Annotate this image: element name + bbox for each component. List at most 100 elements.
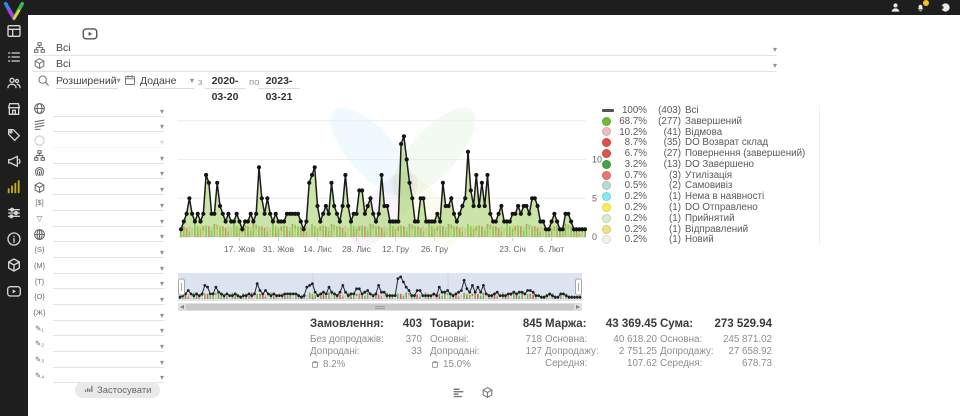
filter-input-pencil-3[interactable] [53, 355, 164, 368]
topbar [0, 0, 960, 15]
legend-item-8[interactable]: 0.2%(1)Нема в наявності [602, 191, 805, 202]
legend-label: Повернення (завершений) [681, 148, 805, 159]
stat-value: 273 529.94 [714, 318, 772, 330]
filter-input-utm-zh[interactable] [53, 308, 164, 321]
user-icon[interactable] [890, 2, 901, 13]
date-field-value: Додане [140, 75, 176, 87]
legend-item-6[interactable]: 0.7%(3)Утилізація [602, 170, 805, 181]
nav-orders-icon[interactable] [6, 49, 22, 65]
svg-text:31. Жов: 31. Жов [263, 244, 295, 254]
scroll-left-arrow[interactable] [180, 305, 184, 309]
legend-item-4[interactable]: 6.7%(27)Повернення (завершений) [602, 148, 805, 159]
legend-label: Відправлений [681, 224, 748, 235]
brand-logo[interactable] [3, 1, 25, 20]
stat-column-4: Сума:273 529.94Основна:245 871.02Допрода… [660, 318, 772, 370]
date-to-input[interactable]: 2023-03-21 [258, 73, 300, 89]
scrollbar-thumb[interactable] [186, 304, 574, 310]
filter-panel: [$]▽{S}{M}{T}{O}{Ж}✎₁✎₂✎₃✎₄ [33, 101, 164, 383]
apply-button[interactable]: Застосувати [75, 382, 160, 398]
svg-text:26. Гру: 26. Гру [421, 244, 449, 254]
filter-input-globe-grid[interactable] [53, 229, 164, 242]
legend-item-10[interactable]: 0.2%(1)Прийнятий [602, 213, 805, 224]
filter-input-package[interactable] [53, 182, 164, 195]
circle-icon [33, 134, 46, 147]
nav-products-icon[interactable] [6, 127, 22, 143]
legend-marker [602, 127, 611, 136]
nav-marketing-icon[interactable] [6, 153, 22, 169]
nav-info-icon[interactable] [6, 231, 22, 247]
utm-t-icon: {T} [33, 275, 46, 288]
bag-icon [430, 359, 440, 369]
legend-item-7[interactable]: 0.5%(2)Самовивіз [602, 181, 805, 192]
top-filter-value: Всі [46, 58, 773, 70]
stat-title: Сума:273 529.94 [660, 318, 772, 334]
orders-chart[interactable]: 051017. Жов31. Жов14. Лис28. Лис12. Гру2… [178, 100, 610, 258]
chart-overview-brush[interactable] [178, 273, 582, 301]
filter-input-pencil-2[interactable] [53, 339, 164, 352]
avatar-icon[interactable] [940, 2, 951, 13]
filter-input-globe[interactable] [53, 104, 164, 117]
pencil-3-icon: ✎₃ [33, 353, 46, 366]
stat-subrow: Основна:245 871.02 [660, 334, 772, 346]
stat-subrow: Основні:718 [430, 334, 542, 346]
nav-store-icon[interactable] [6, 101, 22, 117]
legend-percent: 6.7% [611, 148, 647, 159]
search-mode-select[interactable]: Розширений [56, 73, 118, 89]
packageview-icon[interactable] [481, 386, 494, 399]
svg-text:5: 5 [592, 193, 597, 203]
legend-item-3[interactable]: 8.7%(35)DO Возврат склад [602, 137, 805, 148]
legend-item-1[interactable]: 68.7%(277)Завершений [602, 116, 805, 127]
legend-item-11[interactable]: 0.2%(1)Відправлений [602, 224, 805, 235]
top-filter-value: Всі [46, 42, 773, 54]
nav-sliders-icon[interactable] [6, 205, 22, 221]
nav-analytics-icon[interactable] [6, 179, 22, 195]
nav-dashboard-icon[interactable] [6, 23, 22, 39]
filter-input-fingerprint[interactable] [53, 166, 164, 179]
nav-clients-icon[interactable] [6, 75, 22, 91]
top-filter-select-2[interactable]: Всі [33, 56, 777, 72]
filter-input-funnel[interactable] [53, 214, 164, 227]
legend-percent: 10.2% [611, 127, 647, 138]
legend-item-5[interactable]: 3.2%(13)DO Завершено [602, 159, 805, 170]
legend-percent: 0.7% [611, 170, 647, 181]
date-field-select[interactable]: Додане [140, 73, 194, 89]
filter-row-fingerprint [33, 164, 164, 180]
legend-item-0[interactable]: 100%(403)Всі [602, 105, 805, 116]
stat-subrow: Допродані:33 [310, 346, 422, 358]
bell-icon[interactable] [915, 2, 926, 13]
legend-percent: 0.2% [611, 224, 647, 235]
legend-count: (1) [647, 213, 681, 224]
stat-title: Товари:845 [430, 318, 542, 334]
filter-input-hierarchy[interactable] [53, 151, 164, 164]
legend-item-12[interactable]: 0.2%(1)Новий [602, 235, 805, 246]
scroll-right-arrow[interactable] [576, 305, 580, 309]
funnel-icon: ▽ [33, 212, 46, 225]
filter-input-utm-t[interactable] [53, 276, 164, 289]
listview-icon[interactable] [452, 386, 465, 399]
filter-input-money[interactable] [53, 198, 164, 211]
filter-input-pencil-1[interactable] [53, 323, 164, 336]
filter-input-circle[interactable] [53, 135, 164, 148]
bag-icon [310, 359, 320, 369]
filter-input-utm-s[interactable] [53, 245, 164, 258]
legend-label: DO Отправлено [681, 202, 758, 213]
chart-scrollbar[interactable] [178, 303, 582, 311]
legend-label: Утилізація [681, 170, 732, 181]
nav-video-icon[interactable] [6, 283, 22, 299]
date-from-input[interactable]: 2020-03-20 [205, 73, 245, 89]
filter-input-layers[interactable] [53, 119, 164, 132]
legend-count: (1) [647, 191, 681, 202]
stat-column-1: Замовлення:403Без допродажів:370Допродан… [310, 318, 422, 370]
filter-row-pencil-1: ✎₁ [33, 321, 164, 337]
filter-input-utm-o[interactable] [53, 292, 164, 305]
svg-text:17. Жов: 17. Жов [224, 244, 256, 254]
legend-item-2[interactable]: 10.2%(41)Відмова [602, 127, 805, 138]
legend-marker [602, 181, 611, 190]
filter-input-utm-m[interactable] [53, 261, 164, 274]
apply-chart-icon [84, 384, 93, 396]
nav-integrations-icon[interactable] [6, 257, 22, 273]
topbar-icons [890, 1, 951, 14]
stat-cart-row: 8.2% [310, 358, 422, 370]
top-filter-select-1[interactable]: Всі [33, 40, 777, 56]
legend-item-9[interactable]: 0.2%(1)DO Отправлено [602, 202, 805, 213]
